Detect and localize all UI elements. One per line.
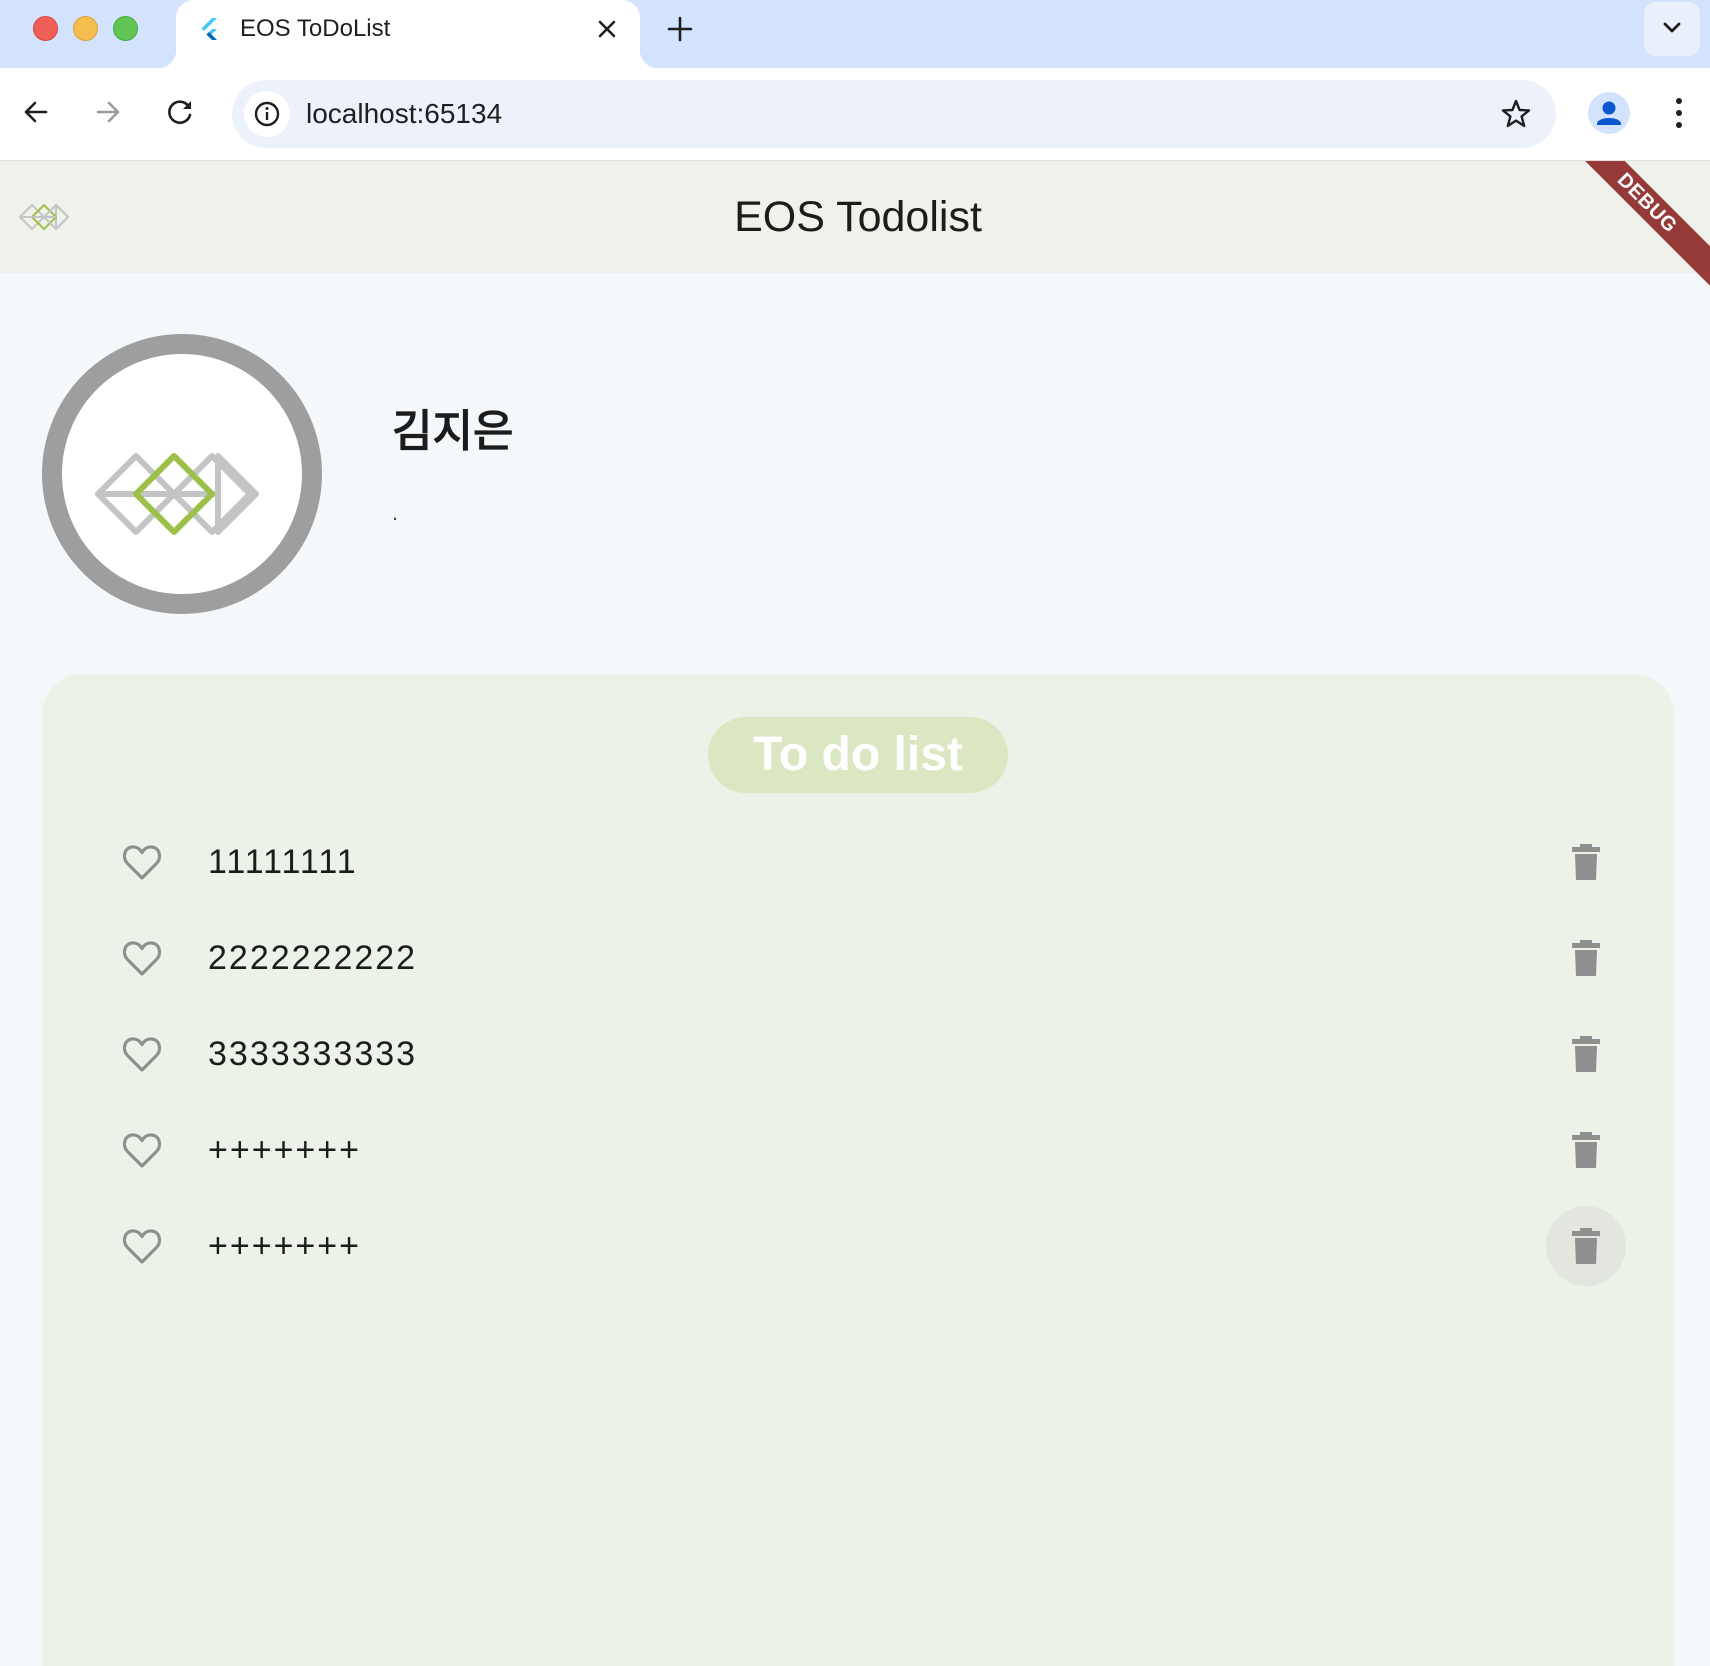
heart-outline-icon[interactable] <box>120 937 164 979</box>
todo-text: +++++++ <box>208 1131 361 1169</box>
delete-button[interactable] <box>1546 1206 1626 1286</box>
tab-title: EOS ToDoList <box>240 15 391 42</box>
delete-button[interactable] <box>1546 1110 1626 1190</box>
site-info-button[interactable] <box>244 91 290 137</box>
todo-text: 3333333333 <box>208 1035 418 1073</box>
profile-name: 김지은 <box>392 406 514 457</box>
app-bar: EOS Todolist <box>0 161 1710 273</box>
heart-outline-icon[interactable] <box>120 1225 164 1267</box>
back-arrow-icon[interactable] <box>16 92 56 132</box>
flutter-favicon-icon <box>201 18 217 40</box>
todo-item: 11111111 <box>42 822 1674 902</box>
heart-outline-icon[interactable] <box>120 1033 164 1075</box>
bookmark-star-icon[interactable] <box>1496 94 1536 134</box>
todo-text: +++++++ <box>208 1227 361 1265</box>
todo-list-header: To do list <box>708 717 1008 793</box>
chevron-down-icon <box>1663 22 1681 33</box>
profile-avatar <box>42 334 322 614</box>
delete-button[interactable] <box>1546 918 1626 998</box>
forward-arrow-icon[interactable] <box>88 92 128 132</box>
trash-icon <box>1572 940 1600 976</box>
app-viewport: EOS Todolist DEBUG 김지은 . To do list 1111… <box>0 161 1710 1666</box>
todo-item: 2222222222 <box>42 918 1674 998</box>
close-window-button[interactable] <box>33 16 58 41</box>
url-text[interactable]: localhost:65134 <box>306 98 502 130</box>
todo-text: 2222222222 <box>208 939 418 977</box>
app-title: EOS Todolist <box>734 193 982 241</box>
trash-icon <box>1572 1036 1600 1072</box>
todo-item: 3333333333 <box>42 1014 1674 1094</box>
todo-panel: To do list 11111111 2222222222 333333333… <box>42 674 1674 1666</box>
tab-search-button[interactable] <box>1644 2 1700 56</box>
close-tab-icon[interactable] <box>592 14 622 44</box>
person-icon <box>1597 101 1621 125</box>
todo-text: 11111111 <box>208 843 358 881</box>
delete-button[interactable] <box>1546 1014 1626 1094</box>
browser-tab-strip: EOS ToDoList <box>0 0 1710 68</box>
delete-button[interactable] <box>1546 822 1626 902</box>
trash-icon <box>1572 1132 1600 1168</box>
maximize-window-button[interactable] <box>113 16 138 41</box>
new-tab-icon[interactable] <box>663 12 697 46</box>
browser-toolbar: localhost:65134 <box>0 68 1710 161</box>
heart-outline-icon[interactable] <box>120 841 164 883</box>
minimize-window-button[interactable] <box>73 16 98 41</box>
todo-item: +++++++ <box>42 1206 1674 1286</box>
info-icon <box>254 101 280 127</box>
trash-icon <box>1572 844 1600 880</box>
more-vert-icon[interactable] <box>1664 92 1694 134</box>
reload-icon[interactable] <box>160 92 200 132</box>
browser-tab-active[interactable]: EOS ToDoList <box>158 0 658 68</box>
address-bar[interactable]: localhost:65134 <box>232 80 1556 148</box>
heart-outline-icon[interactable] <box>120 1129 164 1171</box>
eos-logo-icon <box>95 453 259 535</box>
profile-avatar-button[interactable] <box>1588 92 1630 134</box>
trash-icon <box>1572 1228 1600 1264</box>
profile-status: . <box>392 500 399 525</box>
todo-item: +++++++ <box>42 1110 1674 1190</box>
